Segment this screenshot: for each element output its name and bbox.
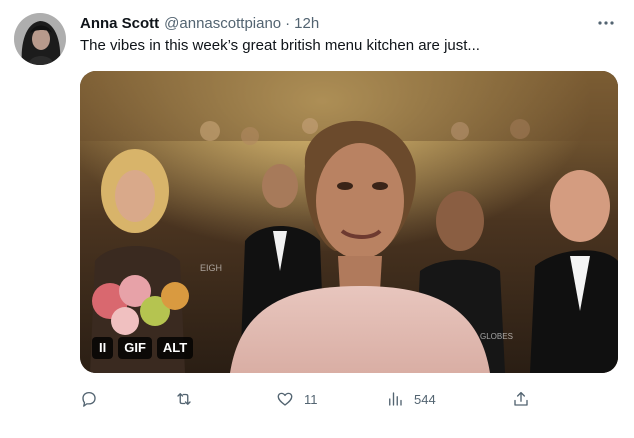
separator-dot: · [285,14,291,32]
alt-text-button[interactable]: ALT [156,337,194,359]
pause-button[interactable]: II [92,337,114,359]
gif-badge[interactable]: GIF [118,337,152,359]
reply-bubble-icon [80,390,98,408]
sign-text: EIGH [200,263,222,273]
like-count: 11 [304,391,318,407]
heart-icon [276,390,294,408]
views-count: 544 [414,391,436,407]
tweet-card[interactable]: Anna Scott @annascottpiano · 12h The vib… [0,0,634,438]
tweet-header: Anna Scott @annascottpiano · 12h [80,12,319,34]
reply-button[interactable] [80,388,108,410]
globes-logo-text: GLOBES [480,332,513,341]
author-name[interactable]: Anna Scott [80,15,159,32]
share-button[interactable] [512,388,540,410]
views-bar-chart-icon [386,390,404,408]
views-button[interactable]: 544 [386,388,436,410]
gif-media[interactable]: EIGH GLOBES II GIF ALT [80,71,618,373]
more-horizontal-icon[interactable] [596,14,616,32]
avatar[interactable] [14,13,66,65]
tweet-text: The vibes in this week’s great british m… [80,37,480,54]
timestamp[interactable]: 12h [294,15,319,32]
retweet-button[interactable] [174,388,204,410]
share-upload-icon [512,390,530,408]
retweet-arrows-icon [174,390,194,408]
tweet-actions: 11 544 [80,388,540,410]
like-button[interactable]: 11 [276,388,318,410]
author-handle[interactable]: @annascottpiano [164,15,281,32]
media-controls: II GIF ALT [92,337,194,359]
gif-frame: EIGH GLOBES [80,71,618,373]
